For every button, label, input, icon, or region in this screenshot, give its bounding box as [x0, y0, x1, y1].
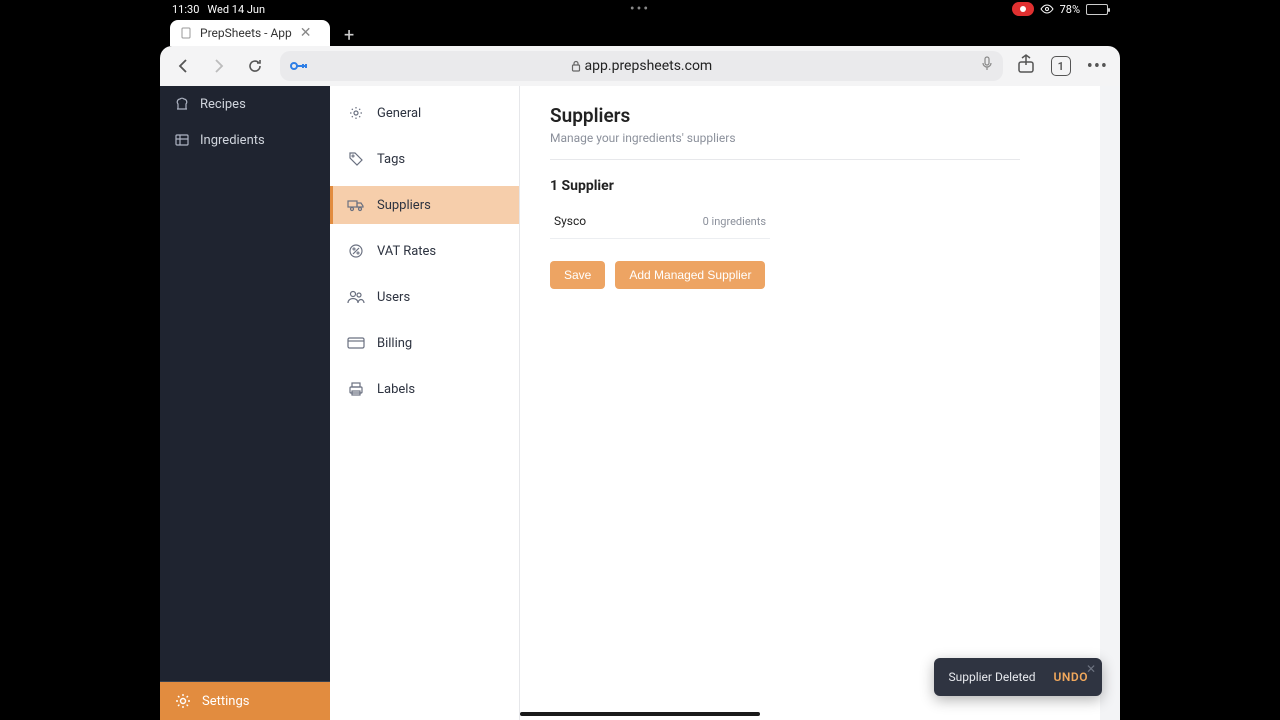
more-menu-icon[interactable]: •••: [1087, 56, 1108, 77]
main-content: Suppliers Manage your ingredients' suppl…: [520, 86, 1100, 720]
ipad-status-bar: 11:30 Wed 14 Jun ••• 78%: [0, 0, 1280, 18]
status-time: 11:30: [172, 3, 199, 16]
add-managed-supplier-button[interactable]: Add Managed Supplier: [615, 261, 765, 289]
battery-icon: [1086, 4, 1108, 15]
credit-card-icon: [347, 334, 365, 352]
eye-icon: [1040, 4, 1054, 14]
sidebar-item-settings[interactable]: Settings: [160, 682, 330, 720]
tabs-button[interactable]: 1: [1051, 56, 1071, 76]
share-button[interactable]: [1017, 54, 1035, 78]
subnav-item-tags[interactable]: Tags: [330, 140, 519, 178]
truck-icon: [347, 196, 365, 214]
multitask-dots-icon[interactable]: •••: [630, 1, 650, 17]
page-title: Suppliers: [550, 104, 1070, 127]
subnav-item-labels[interactable]: Labels: [330, 370, 519, 408]
url-text: app.prepsheets.com: [585, 58, 713, 74]
gear-icon: [347, 104, 365, 122]
toast-notification: ✕ Supplier Deleted UNDO: [934, 658, 1102, 696]
ingredients-icon: [174, 132, 190, 148]
sidebar-item-ingredients[interactable]: Ingredients: [160, 122, 330, 158]
passwords-key-icon[interactable]: [290, 57, 308, 76]
supplier-name: Sysco: [554, 214, 586, 228]
subnav-item-users[interactable]: Users: [330, 278, 519, 316]
subnav-label: Labels: [377, 382, 415, 397]
scrollbar-track[interactable]: [1100, 86, 1120, 720]
subnav-label: Billing: [377, 336, 412, 351]
save-button[interactable]: Save: [550, 261, 605, 289]
subnav-item-general[interactable]: General: [330, 94, 519, 132]
sidebar-label: Settings: [202, 694, 249, 709]
subnav-item-billing[interactable]: Billing: [330, 324, 519, 362]
page-icon: [180, 27, 192, 39]
users-icon: [347, 288, 365, 306]
address-bar[interactable]: app.prepsheets.com: [280, 51, 1003, 81]
settings-subnav: General Tags Suppliers VAT Rates Users B…: [330, 86, 520, 720]
sidebar-label: Ingredients: [200, 133, 265, 148]
browser-tab-strip: PrepSheets - App ✕ +: [160, 18, 1120, 46]
forward-button[interactable]: [208, 55, 230, 77]
tag-icon: [347, 150, 365, 168]
subnav-label: Users: [377, 290, 410, 305]
primary-sidebar: Recipes Ingredients Settings: [160, 86, 330, 720]
toast-message: Supplier Deleted: [948, 670, 1035, 684]
microphone-icon[interactable]: [981, 56, 993, 76]
chef-hat-icon: [174, 96, 190, 112]
gear-icon: [174, 692, 192, 710]
close-tab-icon[interactable]: ✕: [300, 25, 312, 41]
supplier-row[interactable]: Sysco 0 ingredients: [550, 204, 770, 239]
undo-button[interactable]: UNDO: [1054, 670, 1088, 684]
percent-icon: [347, 242, 365, 260]
sidebar-label: Recipes: [200, 97, 246, 112]
lock-icon: [571, 60, 581, 72]
subnav-item-vat[interactable]: VAT Rates: [330, 232, 519, 270]
browser-toolbar: app.prepsheets.com 1 •••: [160, 46, 1120, 86]
tab-title: PrepSheets - App: [200, 26, 292, 40]
screen-record-indicator-icon[interactable]: [1012, 2, 1034, 16]
subnav-label: Suppliers: [377, 198, 431, 213]
new-tab-button[interactable]: +: [336, 25, 362, 46]
sidebar-item-recipes[interactable]: Recipes: [160, 86, 330, 122]
back-button[interactable]: [172, 55, 194, 77]
subnav-item-suppliers[interactable]: Suppliers: [330, 186, 519, 224]
printer-icon: [347, 380, 365, 398]
subnav-label: Tags: [377, 152, 405, 167]
status-date: Wed 14 Jun: [207, 3, 265, 16]
app-viewport: Recipes Ingredients Settings General Tag…: [160, 86, 1120, 720]
subnav-label: VAT Rates: [377, 244, 436, 259]
supplier-meta: 0 ingredients: [703, 215, 766, 228]
browser-tab[interactable]: PrepSheets - App ✕: [170, 20, 330, 46]
reload-button[interactable]: [244, 55, 266, 77]
divider: [550, 159, 1020, 160]
subnav-label: General: [377, 106, 421, 121]
battery-percent: 78%: [1060, 3, 1080, 16]
home-indicator[interactable]: [520, 712, 760, 716]
page-subtitle: Manage your ingredients' suppliers: [550, 131, 1070, 145]
close-toast-icon[interactable]: ✕: [1086, 662, 1096, 676]
supplier-count: 1 Supplier: [550, 178, 1070, 194]
